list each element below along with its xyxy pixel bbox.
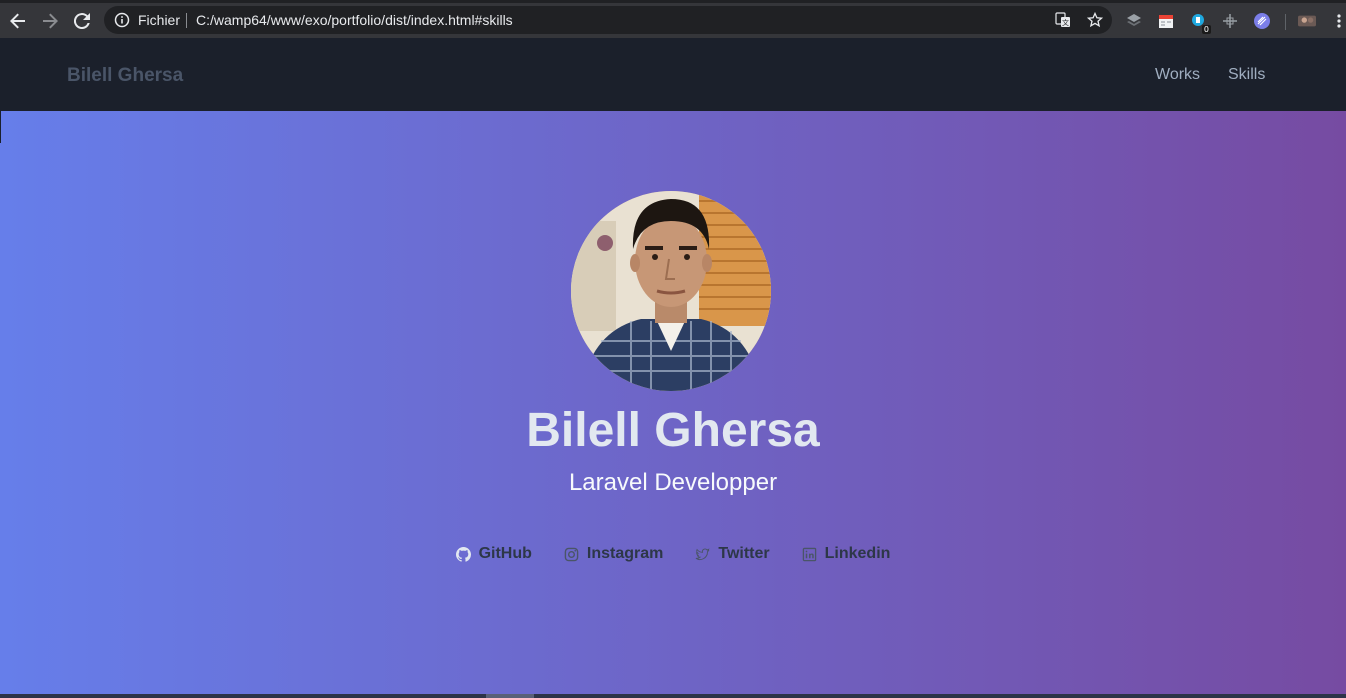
social-label: Instagram [586, 545, 664, 562]
browser-menu-icon[interactable] [1330, 12, 1346, 30]
instagram-icon [564, 547, 579, 561]
url-text[interactable]: C:/wamp64/www/exo/portfolio/dist/index.h… [196, 12, 513, 28]
nav-link-works[interactable]: Works [1155, 66, 1200, 84]
profile-photo [571, 191, 771, 391]
extension-calendar-icon[interactable] [1157, 12, 1175, 30]
social-link-linkedin[interactable]: Linkedin [802, 545, 891, 563]
profile-avatar[interactable] [1298, 12, 1316, 30]
translate-icon[interactable]: 文 [1054, 11, 1072, 29]
social-link-github[interactable]: GitHub [455, 545, 532, 563]
horizontal-scrollbar[interactable] [0, 694, 1346, 698]
social-label: GitHub [478, 545, 532, 562]
extension-stats-icon[interactable]: 0 [1189, 12, 1211, 34]
hero-section: Bilell Ghersa Laravel Developper GitHub … [0, 111, 1346, 694]
svg-text:文: 文 [1062, 18, 1069, 27]
text-cursor [0, 111, 1, 143]
back-button[interactable] [7, 10, 29, 32]
scrollbar-thumb[interactable] [486, 694, 534, 698]
scheme-label: Fichier [138, 12, 181, 28]
browser-toolbar: Fichier C:/wamp64/www/exo/portfolio/dist… [0, 0, 1346, 38]
site-brand[interactable]: Bilell Ghersa [67, 65, 183, 87]
extension-stripes-icon[interactable] [1253, 12, 1271, 30]
linkedin-icon [802, 547, 816, 561]
arrow-left-icon [10, 13, 25, 29]
arrow-right-icon [43, 13, 58, 29]
extension-badge: 0 [1201, 25, 1211, 34]
social-label: Twitter [718, 545, 770, 562]
reload-button[interactable] [71, 10, 93, 32]
bookmark-star-icon[interactable] [1086, 11, 1104, 29]
hero-role: Laravel Developper [568, 469, 778, 496]
extension-layers-icon[interactable] [1125, 12, 1143, 30]
social-link-instagram[interactable]: Instagram [564, 545, 663, 563]
forward-button[interactable] [39, 10, 61, 32]
divider [186, 13, 187, 28]
address-bar[interactable]: Fichier C:/wamp64/www/exo/portfolio/dist… [104, 6, 1112, 34]
info-icon[interactable] [114, 12, 130, 33]
github-icon [455, 546, 471, 562]
extension-ruler-icon[interactable] [1221, 12, 1239, 30]
nav-link-skills[interactable]: Skills [1228, 66, 1265, 84]
social-links: GitHub Instagram Twitter Linkedin [0, 545, 1346, 563]
twitter-icon [696, 547, 710, 560]
social-label: Linkedin [824, 545, 891, 562]
hero-name: Bilell Ghersa [526, 404, 820, 457]
reload-icon [74, 13, 90, 29]
toolbar-divider [1285, 14, 1286, 30]
social-link-twitter[interactable]: Twitter [695, 545, 770, 563]
site-navbar: Bilell Ghersa Works Skills [0, 38, 1346, 111]
